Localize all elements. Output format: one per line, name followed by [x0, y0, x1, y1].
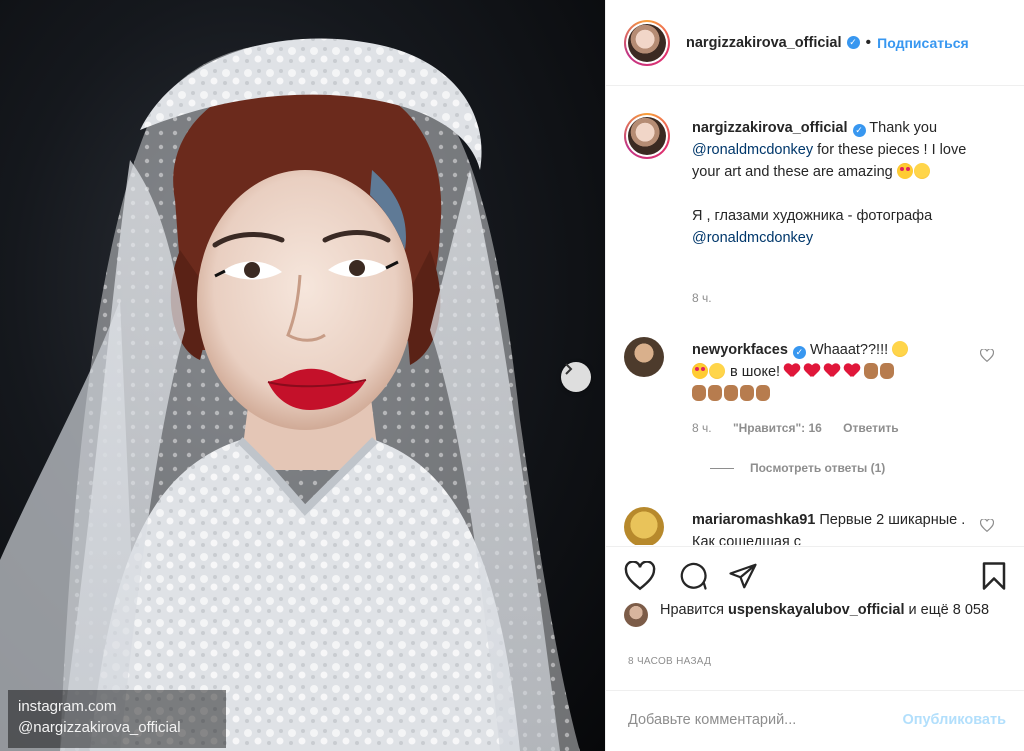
author-username[interactable]: nargizzakirova_official [686, 35, 842, 51]
likes-prefix: Нравится [660, 602, 729, 618]
author-avatar[interactable] [624, 19, 670, 66]
caption: nargizzakirova_official ✓ Thank you @rona… [624, 113, 1014, 305]
post-actions [606, 546, 1024, 606]
portrait-illustration [0, 38, 580, 751]
caption-meta: 8 ч. [692, 291, 730, 305]
hand-emoji-icon [692, 385, 706, 401]
red-heart-emoji-icon [844, 364, 860, 378]
hand-emoji-icon [756, 385, 770, 401]
chevron-right-icon [565, 363, 573, 375]
red-heart-emoji-icon [784, 364, 800, 378]
heart-eyes-emoji-icon [692, 363, 708, 379]
reply-button[interactable]: Ответить [843, 421, 898, 435]
heart-icon[interactable] [624, 561, 656, 591]
post-sidebar: nargizzakirova_official ✓ • Подписаться … [605, 0, 1024, 751]
hand-emoji-icon [724, 385, 738, 401]
liker-username[interactable]: uspenskayalubov_official [728, 602, 904, 618]
like-comment-heart-icon[interactable] [980, 519, 994, 532]
hand-emoji-icon [880, 363, 895, 379]
add-comment-bar: Добавьте комментарий... Опубликовать [606, 690, 1024, 751]
grin-emoji-icon [709, 363, 725, 379]
caption-time[interactable]: 8 ч. [692, 291, 712, 305]
caption-text-part: Thank you [865, 120, 938, 136]
next-photo-button[interactable] [561, 362, 591, 392]
grin-emoji-icon [913, 163, 930, 179]
red-heart-emoji-icon [824, 364, 840, 378]
bookmark-icon[interactable] [981, 561, 1007, 591]
header-separator: • [865, 33, 872, 51]
comment-icon[interactable] [678, 561, 708, 591]
comment-meta: 8 ч. "Нравится": 16 Ответить [692, 421, 917, 435]
comment-text-part: в шоке! [726, 364, 785, 380]
watermark-site: instagram.com [18, 698, 117, 715]
view-replies-label: Посмотреть ответы (1) [750, 461, 886, 475]
hand-emoji-icon [708, 385, 722, 401]
comment-username[interactable]: mariaromashka91 [692, 512, 815, 528]
likes-summary: Нравится uspenskayalubov_official и ещё … [624, 600, 1014, 627]
comment-text-part: Whaaat??!!! [805, 342, 893, 358]
caption-username[interactable]: nargizzakirova_official [692, 120, 848, 136]
caption-text: nargizzakirova_official ✓ Thank you @rona… [692, 117, 982, 249]
share-icon[interactable] [728, 561, 758, 591]
comment-text: mariaromashka91 Первые 2 шикарные . Как … [692, 509, 982, 545]
comment-time[interactable]: 8 ч. [692, 421, 712, 435]
comment-likes-count[interactable]: "Нравится": 16 [733, 421, 822, 435]
likes-suffix[interactable]: и ещё 8 058 [905, 602, 990, 618]
follow-button[interactable]: Подписаться [877, 35, 969, 51]
heart-eyes-emoji-icon [896, 163, 913, 179]
commenter-avatar[interactable] [624, 337, 664, 377]
mention-link[interactable]: @ronaldmcdonkey [692, 142, 813, 158]
post-photo[interactable]: instagram.com @nargizzakirova_official [0, 0, 605, 751]
comments-list[interactable]: nargizzakirova_official ✓ Thank you @rona… [606, 87, 1024, 545]
post-header: nargizzakirova_official ✓ • Подписаться [606, 0, 1024, 86]
grin-emoji-icon [892, 341, 909, 357]
comment-text: newyorkfaces ✓ Whaaat??!!! в шоке! [692, 339, 982, 405]
comment-item: newyorkfaces ✓ Whaaat??!!! в шоке! 8 ч. "… [624, 337, 1014, 475]
commenter-avatar[interactable] [624, 507, 664, 545]
like-comment-heart-icon[interactable] [980, 349, 994, 362]
verified-badge-icon: ✓ [852, 124, 866, 137]
hand-emoji-icon [740, 385, 754, 401]
view-replies-button[interactable]: Посмотреть ответы (1) [710, 461, 885, 475]
replies-divider [710, 467, 734, 469]
mention-link[interactable]: @ronaldmcdonkey [692, 230, 813, 246]
caption-avatar[interactable] [624, 113, 670, 159]
hand-emoji-icon [864, 363, 879, 379]
liker-avatar[interactable] [624, 603, 648, 627]
red-heart-emoji-icon [804, 364, 820, 378]
publish-button[interactable]: Опубликовать [902, 712, 1006, 728]
caption-text-part: Я , глазами художника - фотографа [692, 208, 933, 224]
photo-watermark: instagram.com @nargizzakirova_official [8, 690, 226, 748]
post-timestamp[interactable]: 8 ЧАСОВ НАЗАД [628, 656, 711, 667]
watermark-handle: @nargizzakirova_official [18, 719, 181, 736]
comment-item: mariaromashka91 Первые 2 шикарные . Как … [624, 507, 1014, 545]
verified-badge-icon: ✓ [846, 36, 860, 49]
verified-badge-icon: ✓ [792, 346, 806, 359]
comment-username[interactable]: newyorkfaces [692, 342, 788, 358]
comment-input[interactable]: Добавьте комментарий... [628, 712, 796, 728]
